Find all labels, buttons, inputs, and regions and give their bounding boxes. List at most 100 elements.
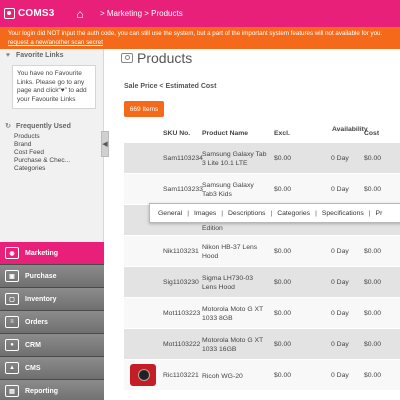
separator: |	[221, 209, 224, 217]
column-availability[interactable]: Availability	[332, 126, 368, 133]
app-logo[interactable]: COMS3	[0, 0, 60, 27]
column-excl[interactable]: Excl.	[274, 130, 290, 137]
nav-purchase[interactable]: ▣ Purchase	[0, 265, 104, 288]
people-icon: ●	[5, 339, 19, 351]
page-title: Products	[137, 50, 193, 66]
popup-tab-general[interactable]: General	[158, 210, 182, 217]
sku-cell: Mot1103223	[163, 310, 201, 317]
column-cost[interactable]: Cost	[364, 130, 379, 137]
cost-cell: $0.00	[364, 279, 382, 286]
excl-cell: $0.00	[274, 248, 292, 255]
main-nav: ◉ Marketing ▣ Purchase ▢ Inventory ≡ Ord…	[0, 242, 104, 400]
frequent-link-brand[interactable]: Brand	[14, 141, 103, 149]
table-row[interactable]: Sam1103233 Samsung Galaxy Tab3 Kids $0.0…	[124, 174, 400, 205]
sku-cell: Sam1103234	[163, 155, 203, 162]
table-row[interactable]: Mot1103222 Motorola Moto G XT 1033 16GB …	[124, 329, 400, 360]
favorite-links-title: Favorite Links	[16, 52, 64, 59]
availability-cell: 0 Day	[331, 186, 349, 193]
product-cell: Nikon HB-37 Lens Hood	[202, 244, 258, 260]
heart-icon: ♥	[5, 52, 11, 59]
nav-label: Orders	[25, 318, 48, 326]
nav-label: CMS	[25, 364, 41, 372]
table-header: SKU No. Product Name Excl. Availability …	[124, 123, 400, 143]
excl-cell: $0.00	[274, 341, 292, 348]
popup-tab-descriptions[interactable]: Descriptions	[228, 210, 265, 217]
frequent-link-categories[interactable]: Categories	[14, 165, 103, 173]
item-count-badge: 669 Items	[124, 101, 164, 117]
separator: |	[187, 209, 189, 217]
sku-cell: Mot1103222	[163, 341, 201, 348]
separator: |	[368, 209, 371, 217]
popup-tab-more[interactable]: Pr	[376, 210, 383, 217]
cost-cell: $0.00	[364, 372, 382, 379]
frequent-link-purchase[interactable]: Purchase & Chec...	[14, 157, 103, 165]
nav-label: Reporting	[25, 387, 59, 395]
product-thumbnail[interactable]	[130, 364, 156, 386]
table-row[interactable]: Sam1103234 Samsung Galaxy Tab 3 Lite 10.…	[124, 143, 400, 174]
cost-cell: $0.00	[364, 155, 382, 162]
product-cell: Motorola Moto G XT 1033 8GB	[202, 306, 264, 322]
availability-cell: 0 Day	[331, 279, 349, 286]
cost-cell: $0.00	[364, 248, 382, 255]
sidebar-collapse-button[interactable]: ◀	[101, 131, 109, 157]
product-table: Sam1103234 Samsung Galaxy Tab 3 Lite 10.…	[124, 143, 400, 391]
availability-cell: 0 Day	[331, 310, 349, 317]
column-sku[interactable]: SKU No.	[163, 130, 190, 137]
product-cell: Ricoh WG-20	[202, 373, 243, 380]
sku-cell: Nik1103231	[163, 248, 199, 255]
image-icon: ▲	[5, 362, 19, 374]
sku-cell: Sam1103233	[163, 186, 203, 193]
frequently-used-header: ↻ Frequently Used	[0, 119, 103, 133]
cost-cell: $0.00	[364, 186, 382, 193]
nav-reporting[interactable]: ▤ Reporting	[0, 380, 104, 400]
table-row[interactable]: Ric1103221 Ricoh WG-20 $0.00 0 Day $0.00	[124, 360, 400, 391]
excl-cell: $0.00	[274, 155, 292, 162]
popup-tab-categories[interactable]: Categories	[277, 210, 310, 217]
top-bar: COMS3 ⌂ > Marketing > Products	[0, 0, 400, 27]
box-icon: ▢	[5, 293, 19, 305]
home-button[interactable]: ⌂	[70, 0, 90, 27]
product-edit-popup-menu: General | Images | Descriptions | Catego…	[149, 203, 400, 223]
cost-cell: $0.00	[364, 341, 382, 348]
cart-icon: ▣	[5, 270, 19, 282]
sku-cell: Sig1103230	[163, 279, 199, 286]
nav-orders[interactable]: ≡ Orders	[0, 311, 104, 334]
nav-label: Inventory	[25, 295, 57, 303]
breadcrumb: > Marketing > Products	[100, 9, 183, 18]
excl-cell: $0.00	[274, 310, 292, 317]
product-cell: Samsung Galaxy Tab 3 Lite 10.1 LTE	[202, 151, 267, 167]
frequent-link-products[interactable]: Products	[14, 133, 103, 141]
availability-cell: 0 Day	[331, 248, 349, 255]
nav-crm[interactable]: ● CRM	[0, 334, 104, 357]
frequent-link-cost-feed[interactable]: Cost Feed	[14, 149, 103, 157]
nav-label: Purchase	[25, 272, 57, 280]
excl-cell: $0.00	[274, 186, 292, 193]
cost-cell: $0.00	[364, 310, 382, 317]
table-row[interactable]: Mot1103223 Motorola Moto G XT 1033 8GB $…	[124, 298, 400, 329]
page-header: Products	[109, 49, 400, 67]
nav-inventory[interactable]: ▢ Inventory	[0, 288, 104, 311]
chart-icon: ▤	[5, 385, 19, 397]
list-icon: ≡	[5, 316, 19, 328]
product-cell: Edition	[202, 225, 223, 232]
table-row[interactable]: Nik1103231 Nikon HB-37 Lens Hood $0.00 0…	[124, 236, 400, 267]
column-product[interactable]: Product Name	[202, 130, 248, 137]
favorite-links-box: You have no Favourite Links. Please go t…	[12, 65, 96, 109]
separator: |	[315, 209, 317, 217]
nav-cms[interactable]: ▲ CMS	[0, 357, 104, 380]
favorite-links-header: ♥ Favorite Links	[0, 49, 103, 62]
frequently-used-title: Frequently Used	[16, 122, 71, 130]
table-row[interactable]: Sig1103230 Sigma LH730-03 Lens Hood $0.0…	[124, 267, 400, 298]
nav-label: CRM	[25, 341, 41, 349]
camera-icon	[121, 53, 133, 63]
history-icon: ↻	[5, 123, 11, 130]
nav-marketing[interactable]: ◉ Marketing	[0, 242, 104, 265]
availability-cell: 0 Day	[331, 155, 349, 162]
popup-tab-images[interactable]: Images	[194, 210, 216, 217]
availability-cell: 0 Day	[331, 372, 349, 379]
nav-label: Marketing	[25, 249, 59, 257]
popup-tab-specifications[interactable]: Specifications	[322, 210, 364, 217]
main-content: Products Sale Price < Estimated Cost 669…	[109, 49, 400, 400]
product-cell: Samsung Galaxy Tab3 Kids	[202, 182, 254, 198]
scan-secret-link[interactable]: request a new/another scan secret	[8, 38, 392, 47]
